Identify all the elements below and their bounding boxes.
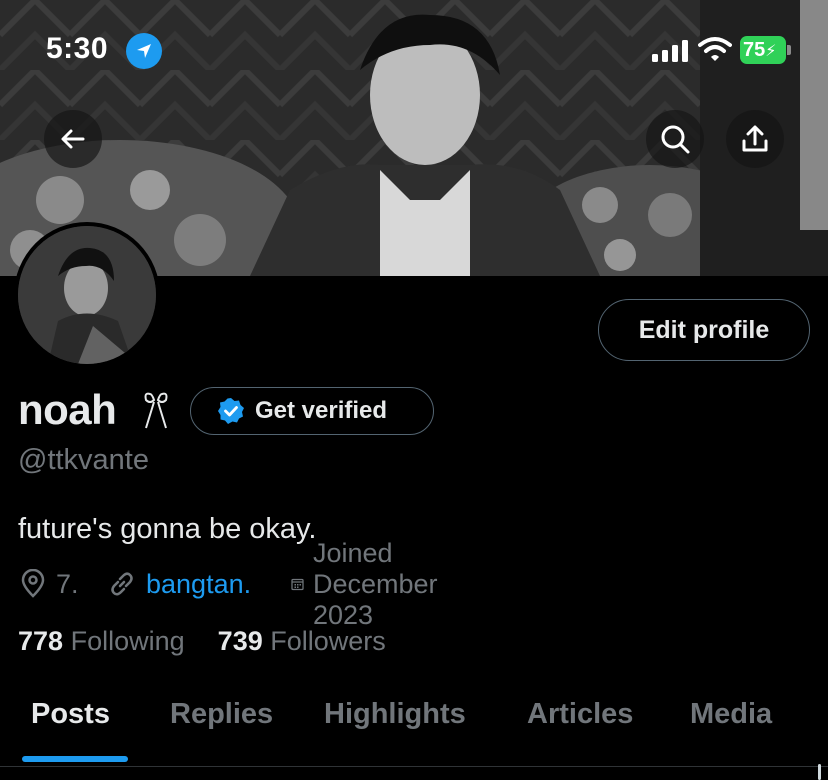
profile-bio: future's gonna be okay.: [18, 513, 317, 545]
verified-badge-icon: [218, 398, 244, 424]
followers-label: Followers: [270, 626, 386, 656]
profile-name: noah: [18, 386, 117, 433]
share-button[interactable]: [726, 110, 784, 168]
website-item[interactable]: bangtan.: [106, 566, 251, 602]
following-label: Following: [70, 626, 185, 656]
scroll-indicator: [818, 764, 821, 780]
joined-item: Joined December 2023: [290, 538, 453, 630]
location-text: 7.: [56, 568, 79, 599]
link-icon: [111, 572, 133, 596]
location-pin-icon: [21, 569, 45, 598]
battery-charging-icon: 75⚡: [740, 36, 792, 64]
joined-date: Joined December 2023: [313, 537, 438, 630]
tab-media[interactable]: Media: [690, 698, 772, 731]
website-link[interactable]: bangtan.: [146, 569, 251, 600]
tab-articles[interactable]: Articles: [527, 698, 633, 731]
get-verified-label: Get verified: [255, 397, 388, 424]
ribbon-emoji-icon: [144, 392, 168, 429]
tab-replies[interactable]: Replies: [170, 698, 273, 731]
tab-posts[interactable]: Posts: [31, 698, 110, 731]
location-arrow-icon: [126, 33, 162, 69]
followers-count: 739: [217, 626, 263, 656]
active-tab-indicator: [22, 756, 128, 762]
search-button[interactable]: [646, 110, 704, 168]
get-verified-button[interactable]: Get verified: [190, 387, 434, 435]
following-count: 778: [18, 626, 64, 656]
status-time: 5:30: [46, 32, 109, 65]
avatar[interactable]: [14, 222, 160, 368]
status-bar: 5:30 75⚡: [0, 0, 828, 100]
followers-link[interactable]: 739 Followers: [218, 626, 386, 656]
share-icon: [742, 125, 768, 152]
cellular-signal-icon: [652, 40, 692, 62]
tabs-divider: [0, 766, 828, 767]
arrow-left-icon: [61, 129, 85, 149]
battery-level: 75: [743, 39, 766, 61]
following-link[interactable]: 778 Following: [18, 626, 185, 656]
wifi-icon: [698, 36, 732, 62]
tab-highlights[interactable]: Highlights: [324, 698, 466, 731]
search-icon: [661, 125, 690, 154]
edit-profile-button[interactable]: Edit profile: [598, 299, 810, 361]
location-item: 7.: [18, 566, 79, 602]
profile-tabs: Posts Replies Highlights Articles Media: [0, 690, 828, 780]
calendar-icon: [291, 578, 304, 591]
back-button[interactable]: [44, 110, 102, 168]
profile-handle: @ttkvante: [18, 444, 149, 476]
follow-stats: 778 Following 739 Followers: [18, 626, 386, 657]
